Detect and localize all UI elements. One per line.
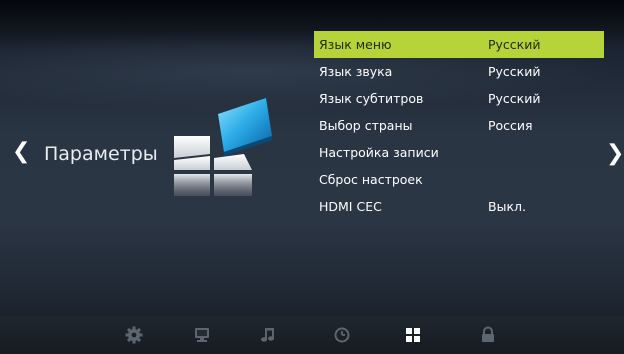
menu-item-value: Русский	[488, 91, 541, 106]
menu-item-label: Выбор страны	[319, 118, 413, 133]
page-title: Параметры	[44, 143, 158, 165]
menu-item-label: Настройка записи	[319, 145, 439, 160]
tab-channel[interactable]	[190, 324, 214, 346]
menu-item-value: Выкл.	[488, 199, 526, 214]
settings-menu: Язык меню Русский Язык звука Русский Язы…	[314, 31, 604, 220]
lock-icon	[482, 326, 494, 342]
white-tile-mid-right	[214, 154, 252, 170]
reflection-tile-right	[214, 174, 252, 196]
category-tab-bar	[0, 316, 624, 354]
blue-tile	[218, 98, 272, 152]
reflection-tile-left	[174, 174, 210, 196]
tab-options[interactable]	[401, 324, 425, 346]
options-grid-icon	[406, 328, 420, 342]
menu-item-subtitle-language[interactable]: Язык субтитров Русский	[314, 85, 604, 112]
menu-item-menu-language[interactable]: Язык меню Русский	[314, 31, 604, 58]
previous-page-arrow-icon[interactable]: ❮	[12, 141, 30, 163]
menu-item-country[interactable]: Выбор страны Россия	[314, 112, 604, 139]
tv-settings-screen: ❮ Параметры Язык меню Русский Язык звука…	[0, 0, 624, 354]
menu-item-label: Сброс настроек	[319, 172, 423, 187]
menu-item-label: Язык звука	[319, 64, 393, 79]
tab-sound[interactable]	[256, 324, 280, 346]
menu-item-audio-language[interactable]: Язык звука Русский	[314, 58, 604, 85]
clock-icon	[334, 327, 350, 343]
menu-item-value: Русский	[488, 64, 541, 79]
monitor-icon	[195, 328, 209, 342]
white-tile-top-left	[174, 136, 210, 158]
next-page-arrow-icon[interactable]: ❯	[606, 143, 624, 165]
menu-item-reset-settings[interactable]: Сброс настроек	[314, 166, 604, 193]
menu-item-label: Язык субтитров	[319, 91, 424, 106]
menu-item-label: HDMI CEC	[319, 199, 382, 214]
options-category-logo-icon	[174, 98, 272, 196]
menu-item-recording-setup[interactable]: Настройка записи	[314, 139, 604, 166]
menu-item-label: Язык меню	[319, 37, 392, 52]
tab-picture-settings[interactable]	[122, 324, 146, 346]
gear-icon	[125, 326, 143, 344]
menu-item-value: Русский	[488, 37, 541, 52]
white-tile-mid-left	[174, 156, 210, 170]
menu-item-value: Россия	[488, 118, 533, 133]
tab-time[interactable]	[330, 324, 354, 346]
tab-lock[interactable]	[476, 324, 500, 346]
music-note-icon	[261, 328, 274, 342]
menu-item-hdmi-cec[interactable]: HDMI CEC Выкл.	[314, 193, 604, 220]
